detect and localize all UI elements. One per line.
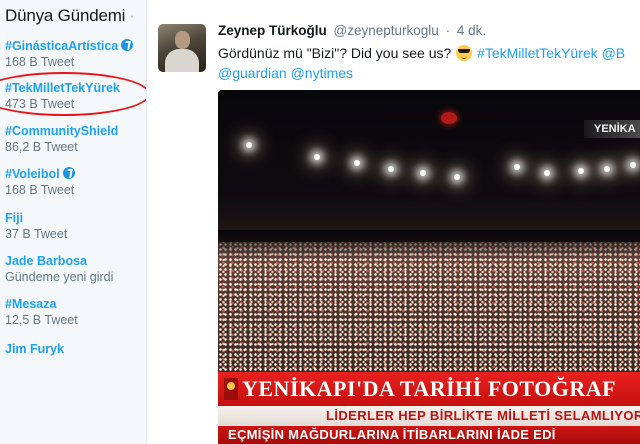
floodlight-icon <box>578 168 584 174</box>
floodlight-icon <box>354 160 360 166</box>
trend-count: 12,5 B Tweet <box>5 313 78 327</box>
trend-item[interactable]: #Voleibol 168 B Tweet <box>5 166 145 198</box>
floodlight-icon <box>314 154 320 160</box>
trends-title-dot: · <box>129 6 135 25</box>
floodlight-icon <box>420 170 426 176</box>
photo-horizon-fade <box>218 230 640 260</box>
photo-crowd-lights <box>218 242 640 382</box>
trend-item[interactable]: Fiji 37 B Tweet <box>5 210 145 242</box>
avatar-head <box>175 31 190 49</box>
trend-name[interactable]: #Mesaza <box>5 296 145 312</box>
floodlight-icon <box>454 174 460 180</box>
trend-item[interactable]: #CommunityShield 86,2 B Tweet <box>5 123 145 155</box>
avatar-body <box>165 49 199 72</box>
author-name[interactable]: Zeynep Türkoğlu <box>218 23 327 38</box>
subheadline-bar: LİDERLER HEP BİRLİKTE MİLLETİ SELAMLIYOR <box>218 406 640 426</box>
tv-lower-third: YENİKAPI'DA TARİHİ FOTOĞRAF LİDERLER HEP… <box>218 372 640 444</box>
channel-bug: YENİKA <box>584 120 640 138</box>
ticker-bar: EÇMİŞİN MAĞDURLARINA İTİBARLARINI İADE E… <box>218 426 640 444</box>
channel-logo-icon <box>224 378 238 400</box>
tweet-text-body: Gördünüz mü "Bizi"? Did you see us? <box>218 45 452 61</box>
sunglasses-emoji-icon <box>456 45 473 61</box>
trend-item[interactable]: Jim Furyk <box>5 341 145 357</box>
floodlight-icon <box>604 166 610 172</box>
header-separator: · <box>445 23 451 38</box>
tweet-card[interactable]: Zeynep Türkoğlu @zeynepturkoglu · 4 dk. … <box>147 0 640 444</box>
tweet-header: Zeynep Türkoğlu @zeynepturkoglu · 4 dk. <box>218 23 486 38</box>
trend-name[interactable]: Fiji <box>5 210 145 226</box>
floodlight-icon <box>514 164 520 170</box>
floodlight-icon <box>246 142 252 148</box>
trend-name[interactable]: Jim Furyk <box>5 341 145 357</box>
mention-link[interactable]: @guardian <box>218 65 287 81</box>
trend-name[interactable]: #CommunityShield <box>5 123 145 139</box>
trend-count: Gündeme yeni girdi <box>5 270 114 284</box>
trends-title: Dünya Gündemi <box>5 6 126 25</box>
tv-subheadline: LİDERLER HEP BİRLİKTE MİLLETİ SELAMLIYOR <box>326 408 640 423</box>
promoted-event-icon <box>121 39 134 51</box>
trend-count: 86,2 B Tweet <box>5 140 78 154</box>
headline-bar: YENİKAPI'DA TARİHİ FOTOĞRAF <box>218 372 640 406</box>
trend-item[interactable]: Jade Barbosa Gündeme yeni girdi <box>5 253 145 285</box>
trend-count: 37 B Tweet <box>5 227 68 241</box>
trend-item[interactable]: #Mesaza 12,5 B Tweet <box>5 296 145 328</box>
tv-ticker: EÇMİŞİN MAĞDURLARINA İTİBARLARINI İADE E… <box>228 427 556 442</box>
tweet-text: Gördünüz mü "Bizi"? Did you see us? #Tek… <box>218 43 640 83</box>
hashtag-link[interactable]: #TekMilletTekYürek <box>477 45 598 61</box>
trend-count: 168 B Tweet <box>5 183 75 197</box>
floodlight-icon <box>544 170 550 176</box>
trend-name[interactable]: Jade Barbosa <box>5 253 145 269</box>
trends-heading: Dünya Gündemi · <box>5 6 135 26</box>
avatar[interactable] <box>158 24 206 72</box>
promoted-event-icon <box>62 167 75 179</box>
tweet-timestamp[interactable]: 4 dk. <box>457 23 486 38</box>
tv-headline: YENİKAPI'DA TARİHİ FOTOĞRAF <box>242 376 617 401</box>
flag-icon <box>441 112 457 124</box>
trend-count: 168 B Tweet <box>5 55 75 69</box>
author-handle[interactable]: @zeynepturkoglu <box>334 23 439 38</box>
floodlight-icon <box>630 162 636 168</box>
trend-name[interactable]: #GinásticaArtística <box>5 38 145 54</box>
floodlight-icon <box>388 166 394 172</box>
highlight-annotation-circle <box>0 72 146 116</box>
trend-name[interactable]: #Voleibol <box>5 166 145 182</box>
tweet-photo[interactable]: YENİKA YENİKAPI'DA TARİHİ FOTOĞRAF LİDER… <box>218 90 640 444</box>
trend-item[interactable]: #GinásticaArtística 168 B Tweet <box>5 38 145 70</box>
mention-link[interactable]: @nytimes <box>291 65 353 81</box>
trends-panel: Dünya Gündemi · #GinásticaArtística 168 B… <box>0 0 146 444</box>
mention-link-truncated[interactable]: @B <box>602 45 626 61</box>
